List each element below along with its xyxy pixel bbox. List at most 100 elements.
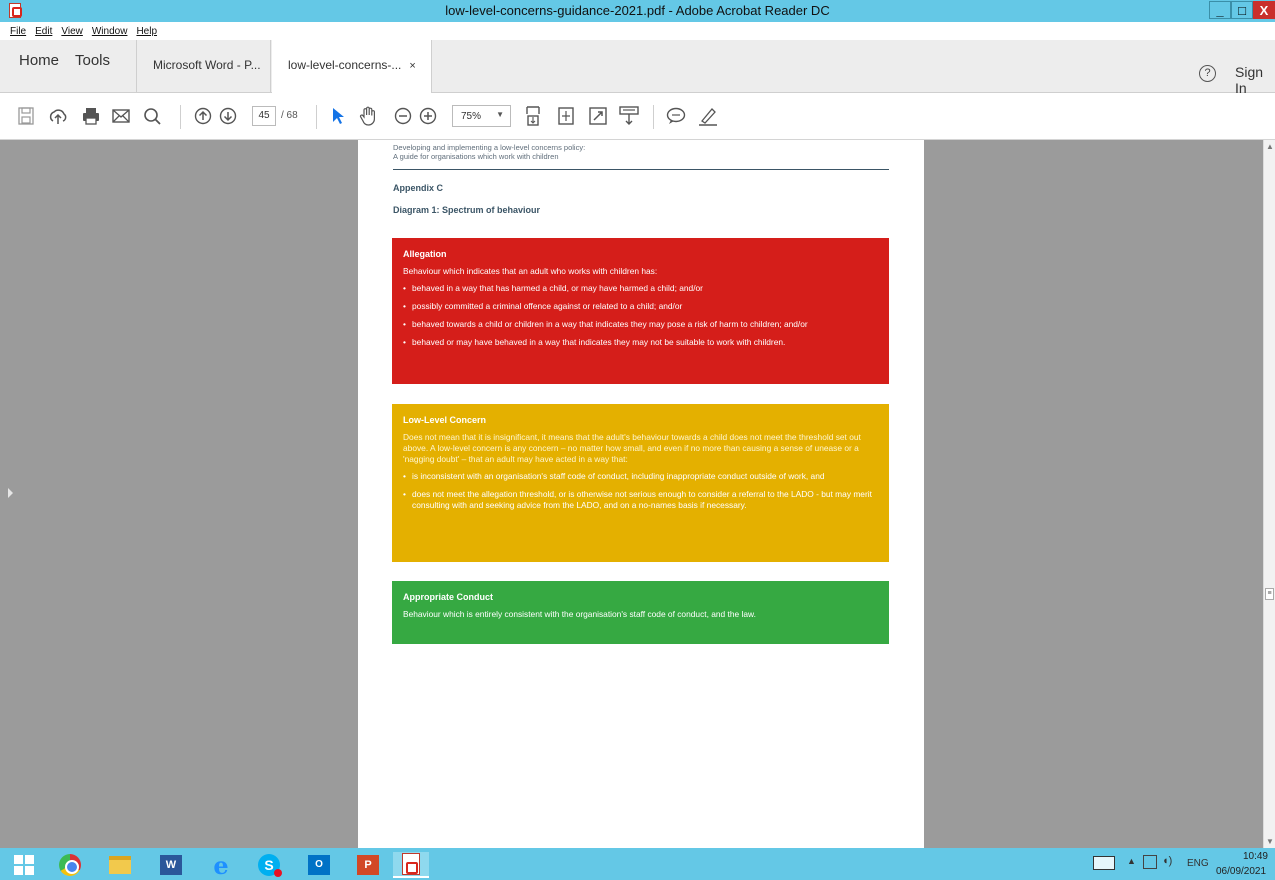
tab-tools[interactable]: Tools — [75, 52, 110, 69]
full-screen-icon[interactable] — [587, 105, 609, 127]
appropriate-conduct-box: Appropriate Conduct Behaviour which is e… — [392, 581, 889, 644]
zoom-value: 75% — [461, 111, 482, 122]
menu-help[interactable]: Help — [136, 26, 157, 37]
tab-home[interactable]: Home — [19, 52, 59, 69]
allegation-lead: Behaviour which indicates that an adult … — [403, 266, 658, 276]
document-header: Developing and implementing a low-level … — [393, 143, 585, 161]
vertical-scrollbar[interactable]: ▲ ≡ ▼ — [1263, 140, 1275, 848]
email-icon[interactable] — [110, 105, 132, 127]
header-line-1: Developing and implementing a low-level … — [393, 143, 586, 152]
allegation-heading: Allegation — [403, 249, 447, 259]
menu-view[interactable]: View — [61, 26, 83, 37]
clock-date[interactable]: 06/09/2021 — [1216, 866, 1266, 877]
close-button[interactable]: X — [1253, 1, 1275, 19]
acrobat-icon — [402, 853, 420, 875]
word-icon: W — [160, 855, 182, 875]
low-level-concern-box: Low-Level Concern Does not mean that it … — [392, 404, 889, 562]
search-icon[interactable] — [141, 105, 163, 127]
list-item: possibly committed a criminal offence ag… — [403, 301, 878, 312]
acrobat-taskbar-button[interactable] — [393, 852, 429, 878]
diagram-title: Diagram 1: Spectrum of behaviour — [393, 205, 541, 215]
header-line-2: A guide for organisations which work wit… — [393, 152, 559, 161]
toolbar: 45 / 68 75% ▼ — [0, 93, 1275, 140]
allegation-list: behaved in a way that has harmed a child… — [403, 283, 878, 348]
sign-in-link[interactable]: Sign In — [1235, 64, 1275, 96]
internet-explorer-taskbar-button[interactable]: e — [203, 850, 239, 880]
print-icon[interactable] — [80, 105, 102, 127]
highlight-pen-icon[interactable] — [697, 105, 719, 127]
left-pane-toggle-icon[interactable] — [8, 488, 13, 498]
zoom-out-icon[interactable] — [392, 105, 414, 127]
scroll-thumb[interactable]: ≡ — [1265, 588, 1274, 600]
internet-explorer-icon: e — [213, 850, 229, 880]
help-icon[interactable]: ? — [1199, 65, 1216, 82]
outlook-taskbar-button[interactable]: O — [301, 852, 337, 878]
select-cursor-icon[interactable] — [327, 105, 349, 127]
file-explorer-taskbar-button[interactable] — [102, 852, 138, 878]
upload-icon[interactable] — [47, 105, 69, 127]
tab-bar: Home Tools Microsoft Word - P... low-lev… — [0, 40, 1275, 94]
toolbar-separator — [180, 105, 181, 129]
start-button[interactable] — [6, 852, 42, 878]
title-bar: low-level-concerns-guidance-2021.pdf - A… — [0, 0, 1275, 22]
appendix-heading: Appendix C — [393, 183, 444, 193]
tab-close-icon[interactable]: × — [409, 60, 415, 72]
skype-icon: S — [258, 854, 282, 877]
powerpoint-icon: P — [357, 855, 379, 875]
low-level-lead: Does not mean that it is insignificant, … — [403, 432, 861, 464]
page-total: / 68 — [281, 110, 298, 121]
scroll-mode-icon[interactable] — [555, 105, 577, 127]
low-level-list: is inconsistent with an organisation's s… — [403, 471, 878, 511]
list-item: does not meet the allegation threshold, … — [403, 489, 878, 511]
allegation-box: Allegation Behaviour which indicates tha… — [392, 238, 889, 384]
comment-icon[interactable] — [665, 105, 687, 127]
scroll-up-icon[interactable]: ▲ — [1266, 142, 1274, 151]
menu-bar: File Edit View Window Help — [0, 22, 1275, 40]
tab-label: low-level-concerns-... — [288, 58, 402, 72]
windows-logo-icon — [14, 855, 34, 875]
list-item: behaved in a way that has harmed a child… — [403, 283, 878, 294]
toolbar-separator — [316, 105, 317, 129]
list-item: behaved towards a child or children in a… — [403, 319, 878, 330]
show-hidden-icons-icon[interactable]: ▲ — [1127, 856, 1136, 866]
save-icon[interactable] — [15, 105, 37, 127]
word-taskbar-button[interactable]: W — [153, 852, 189, 878]
page-down-icon[interactable] — [217, 105, 239, 127]
menu-edit[interactable]: Edit — [35, 26, 52, 37]
folder-icon — [109, 856, 131, 874]
read-mode-icon[interactable] — [618, 105, 640, 127]
scroll-down-icon[interactable]: ▼ — [1266, 837, 1274, 846]
hand-tool-icon[interactable] — [357, 105, 379, 127]
menu-file[interactable]: File — [10, 26, 26, 37]
fit-page-icon[interactable] — [522, 105, 544, 127]
list-item: is inconsistent with an organisation's s… — [403, 471, 878, 482]
network-icon[interactable] — [1143, 855, 1157, 869]
appropriate-heading: Appropriate Conduct — [403, 592, 493, 602]
window-title: low-level-concerns-guidance-2021.pdf - A… — [445, 3, 830, 18]
appropriate-lead: Behaviour which is entirely consistent w… — [403, 609, 756, 619]
chrome-icon — [59, 854, 81, 876]
skype-taskbar-button[interactable]: S — [251, 852, 287, 878]
pdf-page: Developing and implementing a low-level … — [358, 140, 924, 848]
page-number-input[interactable]: 45 — [252, 106, 276, 126]
chevron-down-icon: ▼ — [496, 110, 504, 119]
tab-current-pdf[interactable]: low-level-concerns-... × — [272, 40, 432, 94]
page-up-icon[interactable] — [192, 105, 214, 127]
zoom-level-select[interactable]: 75% ▼ — [452, 105, 511, 127]
touch-keyboard-icon[interactable] — [1093, 856, 1115, 870]
list-item: behaved or may have behaved in a way tha… — [403, 337, 878, 348]
powerpoint-taskbar-button[interactable]: P — [350, 852, 386, 878]
outlook-icon: O — [308, 855, 330, 875]
clock-time[interactable]: 10:49 — [1238, 851, 1268, 862]
language-indicator[interactable]: ENG — [1187, 858, 1209, 869]
minimize-button[interactable]: _ — [1209, 1, 1231, 19]
maximize-button[interactable]: □ — [1231, 1, 1253, 19]
volume-icon[interactable]: ◖) — [1162, 855, 1172, 867]
zoom-in-icon[interactable] — [417, 105, 439, 127]
chrome-taskbar-button[interactable] — [52, 852, 88, 878]
tab-word-document[interactable]: Microsoft Word - P... — [136, 40, 271, 93]
menu-window[interactable]: Window — [92, 26, 128, 37]
header-divider — [393, 169, 889, 170]
toolbar-separator — [653, 105, 654, 129]
tab-label: Microsoft Word - P... — [153, 58, 261, 72]
